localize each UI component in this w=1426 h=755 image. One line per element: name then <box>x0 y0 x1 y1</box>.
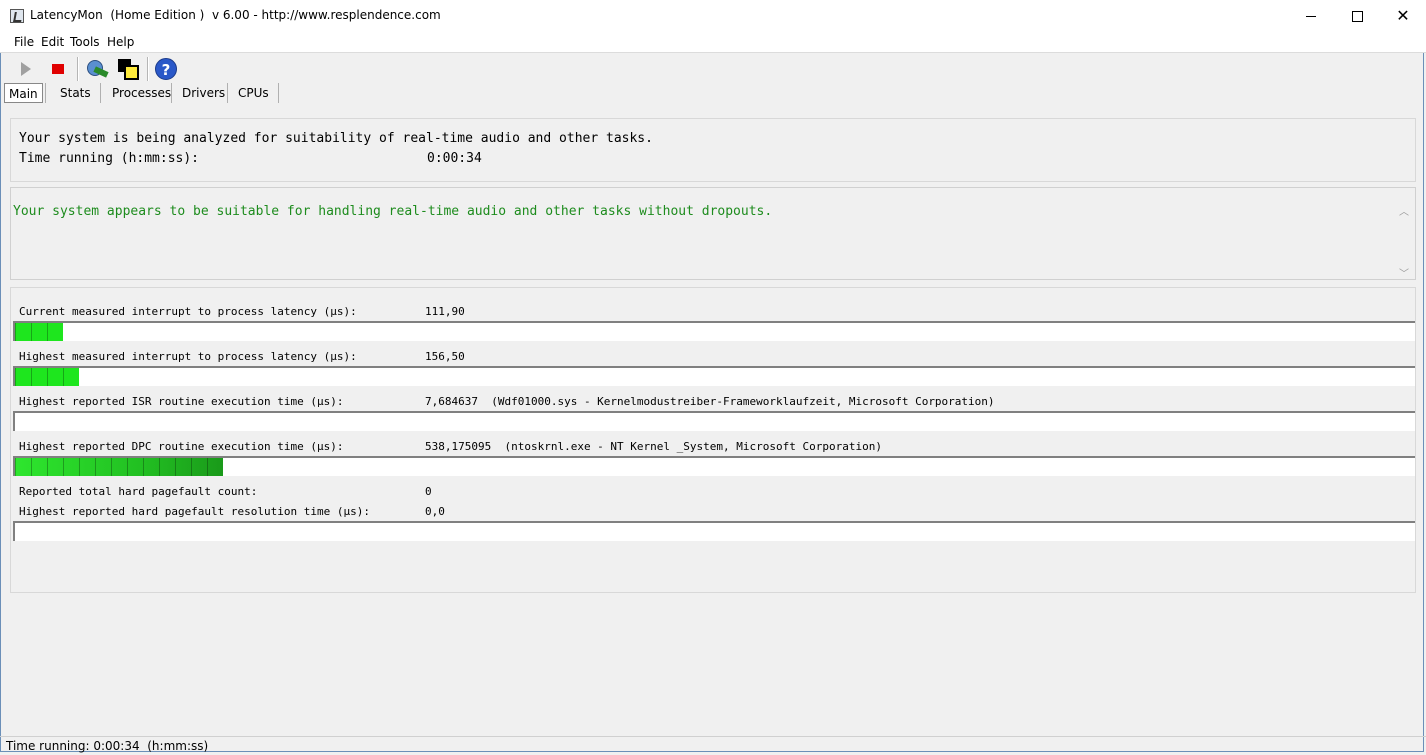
pagefault-time-label: Highest reported hard pagefault resoluti… <box>19 505 370 518</box>
current-latency-value: 111,90 <box>425 305 465 318</box>
menu-tools[interactable]: Tools <box>70 35 100 49</box>
verdict-panel[interactable]: Your system appears to be suitable for h… <box>10 187 1416 280</box>
tab-stats[interactable]: Stats <box>60 83 91 103</box>
pagefault-count-value: 0 <box>425 485 432 498</box>
current-latency-bar <box>13 321 1415 341</box>
highest-latency-bar <box>13 366 1415 386</box>
tab-drivers[interactable]: Drivers <box>182 83 225 103</box>
app-icon <box>10 9 24 23</box>
scroll-down-icon[interactable]: ﹀ <box>1399 270 1409 280</box>
isr-time-value: 7,684637 (Wdf01000.sys - Kernelmodustrei… <box>425 395 995 408</box>
dpc-time-value: 538,175095 (ntoskrnl.exe - NT Kernel _Sy… <box>425 440 882 453</box>
help-icon[interactable]: ? <box>154 57 178 81</box>
analysis-message: Your system is being analyzed for suitab… <box>19 131 653 146</box>
tool-icon[interactable] <box>84 57 109 81</box>
menu-edit[interactable]: Edit <box>41 35 64 49</box>
tab-cpus[interactable]: CPUs <box>238 83 269 103</box>
status-bar: Time running: 0:00:34 (h:mm:ss) <box>0 736 1426 755</box>
tab-processes[interactable]: Processes <box>112 83 171 103</box>
metrics-panel: Current measured interrupt to process la… <box>10 287 1416 593</box>
tab-separator <box>227 83 228 103</box>
highest-latency-bar-fill <box>15 368 79 386</box>
tab-main[interactable]: Main <box>4 83 43 103</box>
dpc-time-bar <box>13 456 1415 476</box>
analysis-status-panel: Your system is being analyzed for suitab… <box>10 118 1416 182</box>
toolbar-separator <box>77 57 79 81</box>
tab-separator <box>100 83 101 103</box>
window-title: LatencyMon (Home Edition ) v 6.00 - http… <box>30 8 441 22</box>
tab-separator <box>45 83 46 103</box>
tab-separator <box>278 83 279 103</box>
play-icon[interactable] <box>14 57 38 81</box>
tab-separator <box>171 83 172 103</box>
pagefault-time-bar <box>13 521 1415 541</box>
menu-file[interactable]: File <box>14 35 34 49</box>
time-running-value: 0:00:34 <box>427 151 482 166</box>
tab-bar: Main Stats Processes Drivers CPUs <box>0 83 1426 105</box>
highest-latency-value: 156,50 <box>425 350 465 363</box>
maximize-button[interactable] <box>1334 0 1380 32</box>
scroll-up-icon[interactable]: ︿ <box>1399 208 1409 218</box>
menu-help[interactable]: Help <box>107 35 134 49</box>
pagefault-count-label: Reported total hard pagefault count: <box>19 485 258 498</box>
highest-latency-label: Highest measured interrupt to process la… <box>19 350 357 363</box>
isr-time-bar <box>13 411 1415 431</box>
close-icon: ✕ <box>1396 6 1410 25</box>
close-button[interactable]: ✕ <box>1380 0 1426 32</box>
pagefault-time-value: 0,0 <box>425 505 445 518</box>
maximize-icon <box>1351 11 1363 22</box>
toolbar-separator <box>147 57 149 81</box>
dpc-time-label: Highest reported DPC routine execution t… <box>19 440 344 453</box>
dpc-time-bar-fill <box>15 458 223 476</box>
title-bar[interactable]: LatencyMon (Home Edition ) v 6.00 - http… <box>0 0 1426 32</box>
minimize-icon <box>1306 16 1316 17</box>
stop-icon[interactable] <box>46 57 70 81</box>
current-latency-bar-fill <box>15 323 63 341</box>
time-running-label: Time running (h:mm:ss): <box>19 151 200 166</box>
verdict-text: Your system appears to be suitable for h… <box>13 204 773 219</box>
isr-time-label: Highest reported ISR routine execution t… <box>19 395 344 408</box>
menu-bar: File Edit Tools Help <box>0 32 1426 53</box>
current-latency-label: Current measured interrupt to process la… <box>19 305 357 318</box>
toolbar: ? <box>0 53 1426 83</box>
window-icon[interactable] <box>116 57 140 81</box>
minimize-button[interactable] <box>1288 0 1334 32</box>
status-bar-text: Time running: 0:00:34 (h:mm:ss) <box>6 739 209 753</box>
